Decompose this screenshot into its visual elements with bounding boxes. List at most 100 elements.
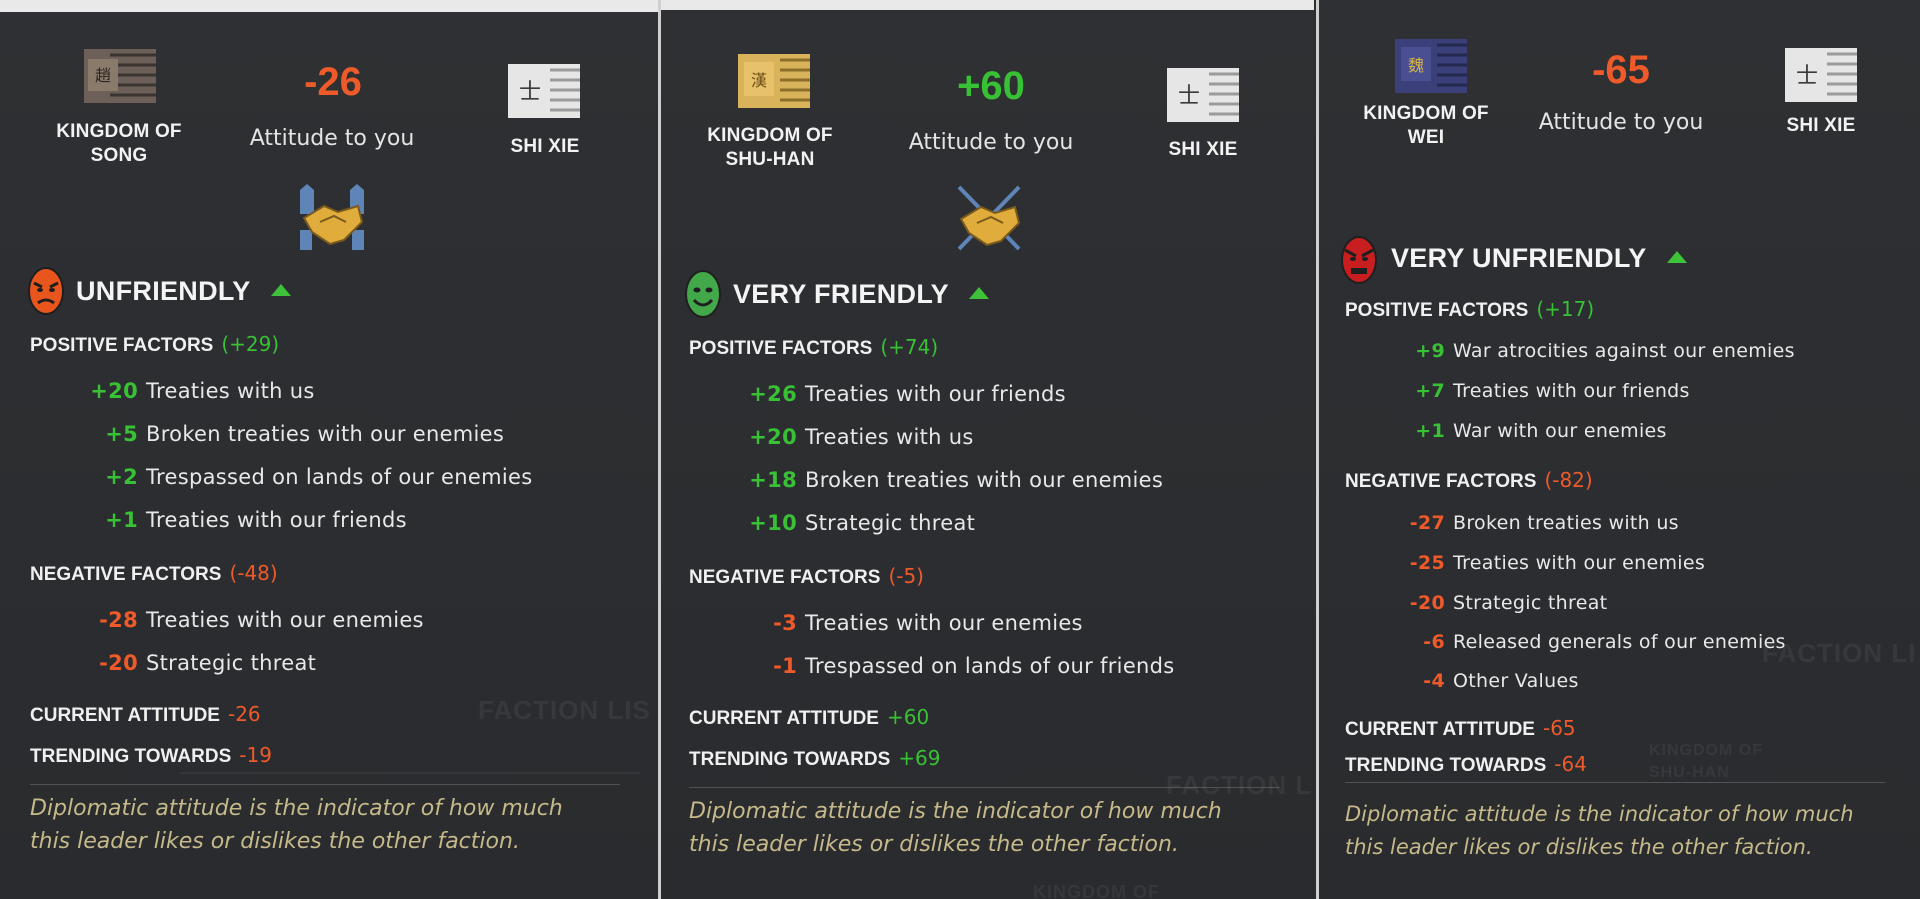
svg-text:士: 士: [1796, 64, 1818, 89]
attitude-panel-wei: FACTION LI KINGDOM OF SHU-HAN 魏 KINGDOM …: [1316, 0, 1920, 899]
factor-value: +1: [1415, 420, 1445, 442]
factor-value: -3: [773, 611, 797, 635]
faction-name-line2: SHU-HAN: [725, 149, 815, 170]
footer-line2: this leader likes or dislikes the other …: [30, 829, 520, 854]
handshake-icon: [294, 182, 370, 252]
panel-top-edge: [0, 0, 658, 12]
positive-factors-header: POSITIVE FACTORS (+29): [30, 332, 279, 357]
factor-value: +20: [749, 425, 797, 449]
factor-row: +7 Treaties with our friends: [1409, 380, 1690, 402]
relation-level: UNFRIENDLY: [76, 276, 291, 307]
footer-divider: [689, 787, 1279, 788]
relation-level-text: VERY UNFRIENDLY: [1391, 243, 1647, 273]
trending-towards-label: TRENDING TOWARDS: [1345, 755, 1547, 776]
factor-value: +26: [749, 382, 797, 406]
faction-banner-icon: 魏: [1391, 35, 1471, 97]
factor-label: Broken treaties with us: [1453, 512, 1679, 534]
footer-line1: Diplomatic attitude is the indicator of …: [689, 799, 1222, 824]
attitude-label: Attitude to you: [908, 130, 1074, 155]
svg-text:士: 士: [519, 80, 541, 105]
faction-banner-icon: 士: [1163, 64, 1243, 126]
factor-value: -4: [1423, 670, 1445, 692]
factor-label: Treaties with our friends: [805, 382, 1066, 406]
other-faction-name: SHI XIE: [1786, 115, 1856, 136]
current-attitude: CURRENT ATTITUDE +60: [689, 705, 929, 730]
trending-towards: TRENDING TOWARDS +69: [689, 746, 940, 771]
factor-row: +1 War with our enemies: [1409, 420, 1667, 442]
factor-row: -27 Broken treaties with us: [1409, 512, 1679, 534]
positive-factors-label: POSITIVE FACTORS: [30, 335, 214, 356]
factor-value: -20: [99, 651, 138, 675]
positive-factors-header: POSITIVE FACTORS (+74): [689, 335, 938, 360]
faction-name-line2: WEI: [1407, 127, 1445, 148]
current-attitude-value: -65: [1542, 716, 1576, 740]
other-faction-name: SHI XIE: [1168, 139, 1238, 160]
current-attitude-label: CURRENT ATTITUDE: [1345, 719, 1535, 740]
relation-level: VERY UNFRIENDLY: [1391, 243, 1687, 274]
faction-name-line2: SONG: [90, 145, 148, 166]
factor-label: Other Values: [1453, 670, 1579, 692]
relation-level-text: UNFRIENDLY: [76, 276, 251, 306]
positive-factors-label: POSITIVE FACTORS: [1345, 300, 1529, 321]
current-attitude: CURRENT ATTITUDE -26: [30, 702, 261, 727]
factor-label: Strategic threat: [805, 511, 976, 535]
negative-factors-total: (-5): [888, 564, 924, 588]
footer-divider: [1345, 782, 1885, 783]
factor-row: -28 Treaties with our enemies: [90, 608, 424, 632]
attitude-value: -26: [304, 60, 362, 104]
background-kingdom-sublabel: SHU-HAN: [1649, 764, 1730, 781]
factor-label: Trespassed on lands of our friends: [805, 654, 1175, 678]
current-attitude-value: +60: [886, 705, 930, 729]
relation-mask-icon: [685, 270, 721, 318]
factor-value: -1: [773, 654, 797, 678]
handshake-icon: [951, 183, 1027, 253]
factor-row: -6 Released generals of our enemies: [1409, 631, 1786, 653]
background-faction-list-label: FACTION LIS: [478, 695, 651, 725]
trending-towards: TRENDING TOWARDS -64: [1345, 752, 1587, 777]
factor-row: +20 Treaties with us: [90, 379, 315, 403]
faction-banner-icon: 漢: [734, 50, 814, 112]
factor-row: -20 Strategic threat: [90, 651, 316, 675]
factor-value: -28: [99, 608, 138, 632]
relation-mask-icon: [1341, 236, 1377, 284]
positive-factors-header: POSITIVE FACTORS (+17): [1345, 297, 1594, 322]
attitude-label: Attitude to you: [1538, 110, 1704, 135]
factor-label: Treaties with our enemies: [1453, 552, 1706, 574]
faction-name-line1: KINGDOM OF: [707, 125, 833, 146]
factor-row: +1 Treaties with our friends: [90, 508, 407, 532]
faction-name-line1: KINGDOM OF: [56, 121, 182, 142]
negative-factors-label: NEGATIVE FACTORS: [1345, 471, 1537, 492]
factor-row: +20 Treaties with us: [749, 425, 974, 449]
factor-label: Strategic threat: [146, 651, 317, 675]
positive-factors-total: (+29): [221, 332, 280, 356]
footer-line2: this leader likes or dislikes the other …: [689, 832, 1179, 857]
faction-name: KINGDOM OF WEI: [1331, 102, 1521, 150]
factor-row: +2 Trespassed on lands of our enemies: [90, 465, 532, 489]
negative-factors-header: NEGATIVE FACTORS (-82): [1345, 468, 1593, 493]
factor-row: +9 War atrocities against our enemies: [1409, 340, 1795, 362]
factor-label: Treaties with us: [146, 379, 315, 403]
faction-name: KINGDOM OF SHU-HAN: [675, 124, 865, 172]
footer-line2: this leader likes or dislikes the other …: [1345, 835, 1813, 859]
faction-banner-icon: 趙: [80, 45, 160, 107]
factor-value: -20: [1409, 592, 1445, 614]
attitude-label: Attitude to you: [249, 126, 415, 151]
attitude-panel-song: FACTION LIS 趙 KINGDOM OF SONG -26 Attitu…: [0, 0, 658, 899]
factor-label: Treaties with our enemies: [805, 611, 1083, 635]
factor-value: -6: [1423, 631, 1445, 653]
factor-label: Strategic threat: [1453, 592, 1608, 614]
factor-label: Broken treaties with our enemies: [805, 468, 1164, 492]
footer-note: Diplomatic attitude is the indicator of …: [689, 795, 1222, 861]
factor-value: +7: [1415, 380, 1445, 402]
factor-value: -27: [1409, 512, 1445, 534]
trending-towards-label: TRENDING TOWARDS: [30, 746, 232, 767]
positive-factors-label: POSITIVE FACTORS: [689, 338, 873, 359]
trending-towards-label: TRENDING TOWARDS: [689, 749, 891, 770]
other-faction-name: SHI XIE: [510, 136, 580, 157]
attitude-value: +60: [957, 64, 1025, 108]
factor-label: Treaties with our friends: [146, 508, 407, 532]
current-attitude: CURRENT ATTITUDE -65: [1345, 716, 1576, 741]
background-kingdom-label: KINGDOM OF: [1033, 882, 1160, 899]
relation-level-text: VERY FRIENDLY: [733, 279, 949, 309]
negative-factors-total: (-48): [229, 561, 278, 585]
